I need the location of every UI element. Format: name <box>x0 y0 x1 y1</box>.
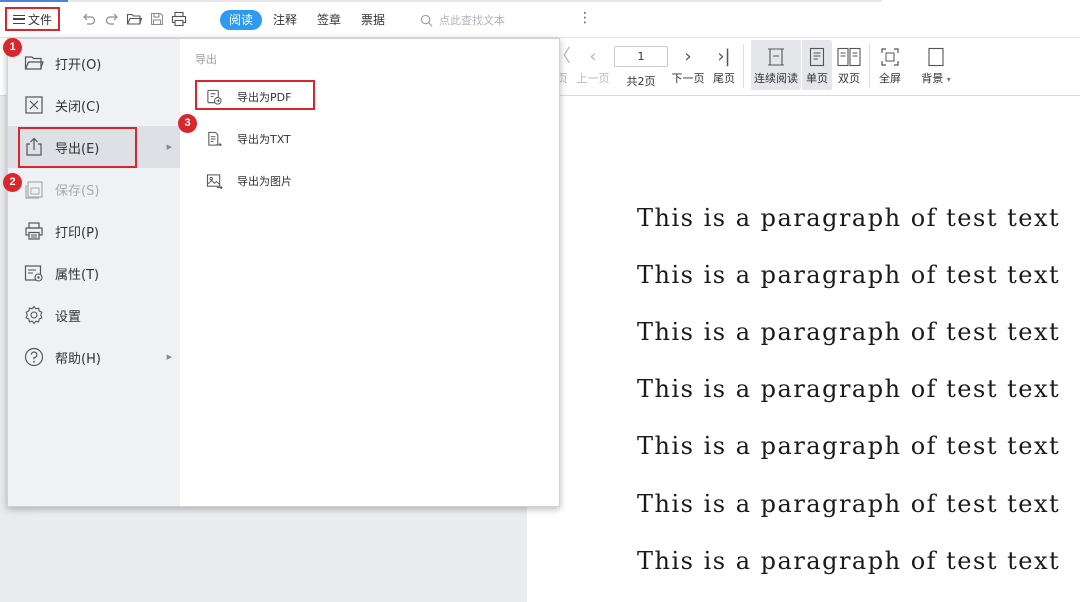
dropdown-caret-icon: ▾ <box>946 75 951 84</box>
search-icon <box>420 14 433 26</box>
search-placeholder: 点此查找文本 <box>439 14 505 27</box>
toolbar-divider <box>743 44 744 88</box>
undo-icon[interactable] <box>81 11 97 27</box>
tab-signature[interactable]: 签章 <box>317 10 341 30</box>
chevron-left-icon: ‹ <box>589 46 597 67</box>
single-page-button[interactable]: 单页 <box>802 44 832 86</box>
export-image-icon <box>206 173 223 189</box>
export-txt-icon <box>208 131 222 146</box>
submenu-arrow-icon: ▶ <box>166 143 172 151</box>
paragraph-text: This is a paragraph of test text <box>637 261 1061 289</box>
prev-page-button[interactable]: ‹ 上一页 <box>574 44 612 86</box>
step-badge-3: 3 <box>178 114 197 133</box>
menu-item-open[interactable]: 打开(O) <box>8 42 180 84</box>
page-number-input[interactable]: 1 <box>614 46 668 67</box>
background-label: 背景 <box>921 72 944 85</box>
total-pages-label: 共2页 <box>626 75 656 88</box>
export-pdf-highlight-box <box>195 80 315 110</box>
menu-item-print[interactable]: 打印(P) <box>8 210 180 252</box>
paragraph-text: This is a paragraph of test text <box>637 375 1061 403</box>
document-right-page <box>527 96 1080 602</box>
paragraph-text: This is a paragraph of test text <box>637 547 1061 575</box>
menu-item-settings[interactable]: 设置 <box>8 294 180 336</box>
submenu-arrow-icon: ▶ <box>166 353 172 361</box>
save-icon <box>25 181 43 199</box>
paragraph-text: This is a paragraph of test text <box>637 318 1061 346</box>
window-accent-line <box>0 0 68 2</box>
print-icon[interactable] <box>171 11 187 27</box>
save-icon[interactable] <box>149 11 165 27</box>
tab-read[interactable]: 阅读 <box>220 10 263 30</box>
redo-icon[interactable] <box>104 11 120 27</box>
last-page-button[interactable]: ›| 尾页 <box>710 44 738 86</box>
open-folder-icon[interactable] <box>126 11 142 27</box>
window-top-line <box>68 0 882 2</box>
close-box-icon <box>25 96 43 114</box>
fullscreen-button[interactable]: 全屏 <box>875 44 905 86</box>
double-page-icon <box>837 47 861 67</box>
paragraph-text: This is a paragraph of test text <box>637 432 1061 460</box>
file-menu-label: 文件 <box>27 12 52 27</box>
file-menu-list: 打开(O) 关闭(C) 导出(E) ▶ 保存(S) 打印(P) 属性(T) 设置… <box>8 39 180 506</box>
continuous-read-icon <box>768 48 784 66</box>
hamburger-icon <box>12 14 25 24</box>
export-txt-item[interactable]: 导出为TXT <box>196 124 496 154</box>
menu-item-properties[interactable]: 属性(T) <box>8 252 180 294</box>
printer-icon <box>25 222 43 240</box>
continuous-read-button[interactable]: 连续阅读 <box>751 44 801 86</box>
background-button[interactable]: 背景 ▾ <box>913 44 959 86</box>
paragraph-text: This is a paragraph of test text <box>637 204 1061 232</box>
properties-icon <box>24 265 43 282</box>
menu-item-close[interactable]: 关闭(C) <box>8 84 180 126</box>
next-page-button[interactable]: › 下一页 <box>669 44 707 86</box>
double-page-button[interactable]: 双页 <box>834 44 864 86</box>
gear-icon <box>25 305 43 325</box>
step-badge-1: 1 <box>3 38 22 57</box>
more-options-icon[interactable]: ⋮ <box>578 10 592 26</box>
single-page-icon <box>809 47 825 67</box>
background-icon <box>928 47 944 67</box>
submenu-title: 导出 <box>195 53 217 66</box>
export-image-item[interactable]: 导出为图片 <box>196 166 496 196</box>
menu-item-save[interactable]: 保存(S) <box>8 168 180 210</box>
search-input[interactable]: 点此查找文本 <box>420 10 505 30</box>
help-icon <box>24 347 44 367</box>
file-menu-button[interactable]: 文件 <box>5 7 60 31</box>
fullscreen-icon <box>881 48 899 66</box>
folder-open-icon <box>24 56 44 70</box>
chevron-right-icon: › <box>684 46 692 67</box>
export-highlight-box <box>18 127 137 168</box>
menu-item-help[interactable]: 帮助(H) ▶ <box>8 336 180 378</box>
tab-annotate[interactable]: 注释 <box>273 10 297 30</box>
toolbar-divider <box>869 44 870 88</box>
last-page-icon: ›| <box>717 46 731 67</box>
top-toolbar: 文件 阅读 注释 签章 票据 点此查找文本 ⋮ <box>0 0 1080 38</box>
tab-invoice[interactable]: 票据 <box>361 10 385 30</box>
paragraph-text: This is a paragraph of test text <box>637 490 1061 518</box>
step-badge-2: 2 <box>3 173 22 192</box>
